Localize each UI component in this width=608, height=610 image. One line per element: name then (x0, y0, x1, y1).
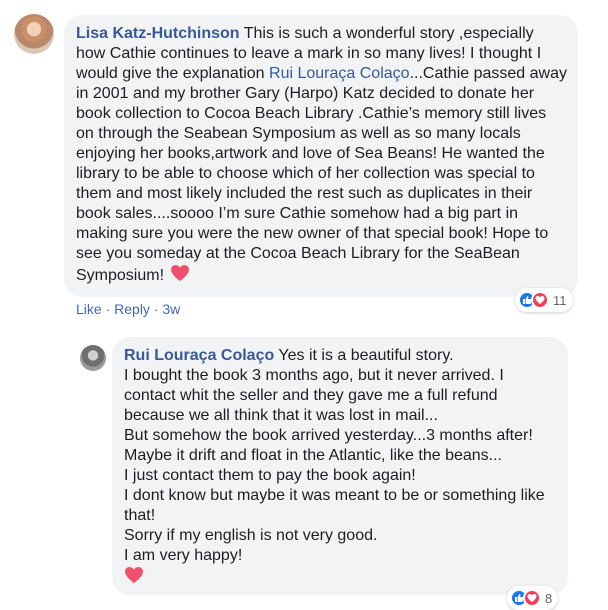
comment-bubble-rui: Rui Louraça Colaço Yes it is a beautiful… (112, 337, 568, 595)
comment-text-line: how Cathie continues to leave a mark in … (76, 45, 542, 62)
mention-link[interactable]: Rui Louraça Colaço (269, 65, 410, 82)
comment-bubble-lisa: Lisa Katz-Hutchinson This is such a wond… (64, 15, 578, 297)
heart-icon (170, 264, 190, 288)
reaction-count: 11 (553, 292, 567, 308)
avatar-lisa[interactable] (14, 14, 54, 54)
separator: · (153, 301, 159, 317)
comment-text-line: contact whit the seller and they gave me… (124, 387, 498, 404)
comment-text-line: library to be able to choose which of he… (76, 165, 535, 182)
comment-text-line: I bought the book 3 months ago, but it n… (124, 367, 504, 384)
comment-text-line: ...Cathie passed away (409, 65, 567, 82)
comment-text-line: I dont know but maybe it was meant to be… (124, 487, 545, 504)
comment-text-line: But somehow the book arrived yesterday..… (124, 427, 533, 444)
comment-text-line: I am very happy! (124, 547, 243, 564)
reply-link[interactable]: Reply (114, 301, 150, 317)
timestamp-link[interactable]: 3w (162, 301, 180, 317)
reaction-summary[interactable]: 11 (515, 288, 573, 312)
comment-text-line: enjoying her books,artwork and love of S… (76, 145, 545, 162)
comment-text-line: them and most likely included the rest s… (76, 185, 533, 202)
comment-text-line: Maybe it drift and float in the Atlantic… (124, 447, 502, 464)
comment-text-line: book sales....soooo I’m sure Cathie some… (76, 205, 519, 222)
love-reaction-icon (523, 589, 541, 607)
comment-text-line: that! (124, 507, 156, 524)
comment-text-line: book collection to Cocoa Beach Library .… (76, 105, 547, 122)
avatar-rui[interactable] (80, 345, 106, 371)
comment-text-line: see you someday at the Cocoa Beach Libra… (76, 245, 520, 262)
comment-text-line: because we all think that it was lost in… (124, 407, 438, 424)
comment-text-lisa: Lisa Katz-Hutchinson This is such a wond… (76, 24, 567, 288)
reaction-summary[interactable]: 8 (507, 586, 559, 610)
comment-text-line: on through the Seabean Symposium as well… (76, 125, 521, 142)
separator: · (105, 301, 111, 317)
comment-text-rui: Rui Louraça Colaço Yes it is a beautiful… (124, 346, 556, 590)
comment-text-line: making sure you were the new owner of th… (76, 225, 549, 242)
comment-text-line: Yes it is a beautiful story. (274, 347, 454, 364)
like-link[interactable]: Like (76, 301, 102, 317)
comment-author[interactable]: Rui Louraça Colaço (124, 347, 274, 364)
comment-text-line: I just contact them to pay the book agai… (124, 467, 416, 484)
comment-text-line: would give the explanation (76, 65, 270, 82)
comment-text-line: Symposium! (76, 267, 165, 285)
comment-text-line: This is such a wonderful story ,especial… (239, 25, 534, 42)
reaction-count: 8 (545, 590, 553, 606)
comment-text-line: Sorry if my english is not very good. (124, 527, 378, 544)
heart-icon (124, 566, 144, 590)
comment-author[interactable]: Lisa Katz-Hutchinson (76, 25, 240, 42)
comment-text-line: in 2001 and my brother Gary (Harpo) Katz… (76, 85, 535, 102)
comment-actions: Like · Reply · 3w (76, 300, 180, 318)
love-reaction-icon (531, 291, 549, 309)
